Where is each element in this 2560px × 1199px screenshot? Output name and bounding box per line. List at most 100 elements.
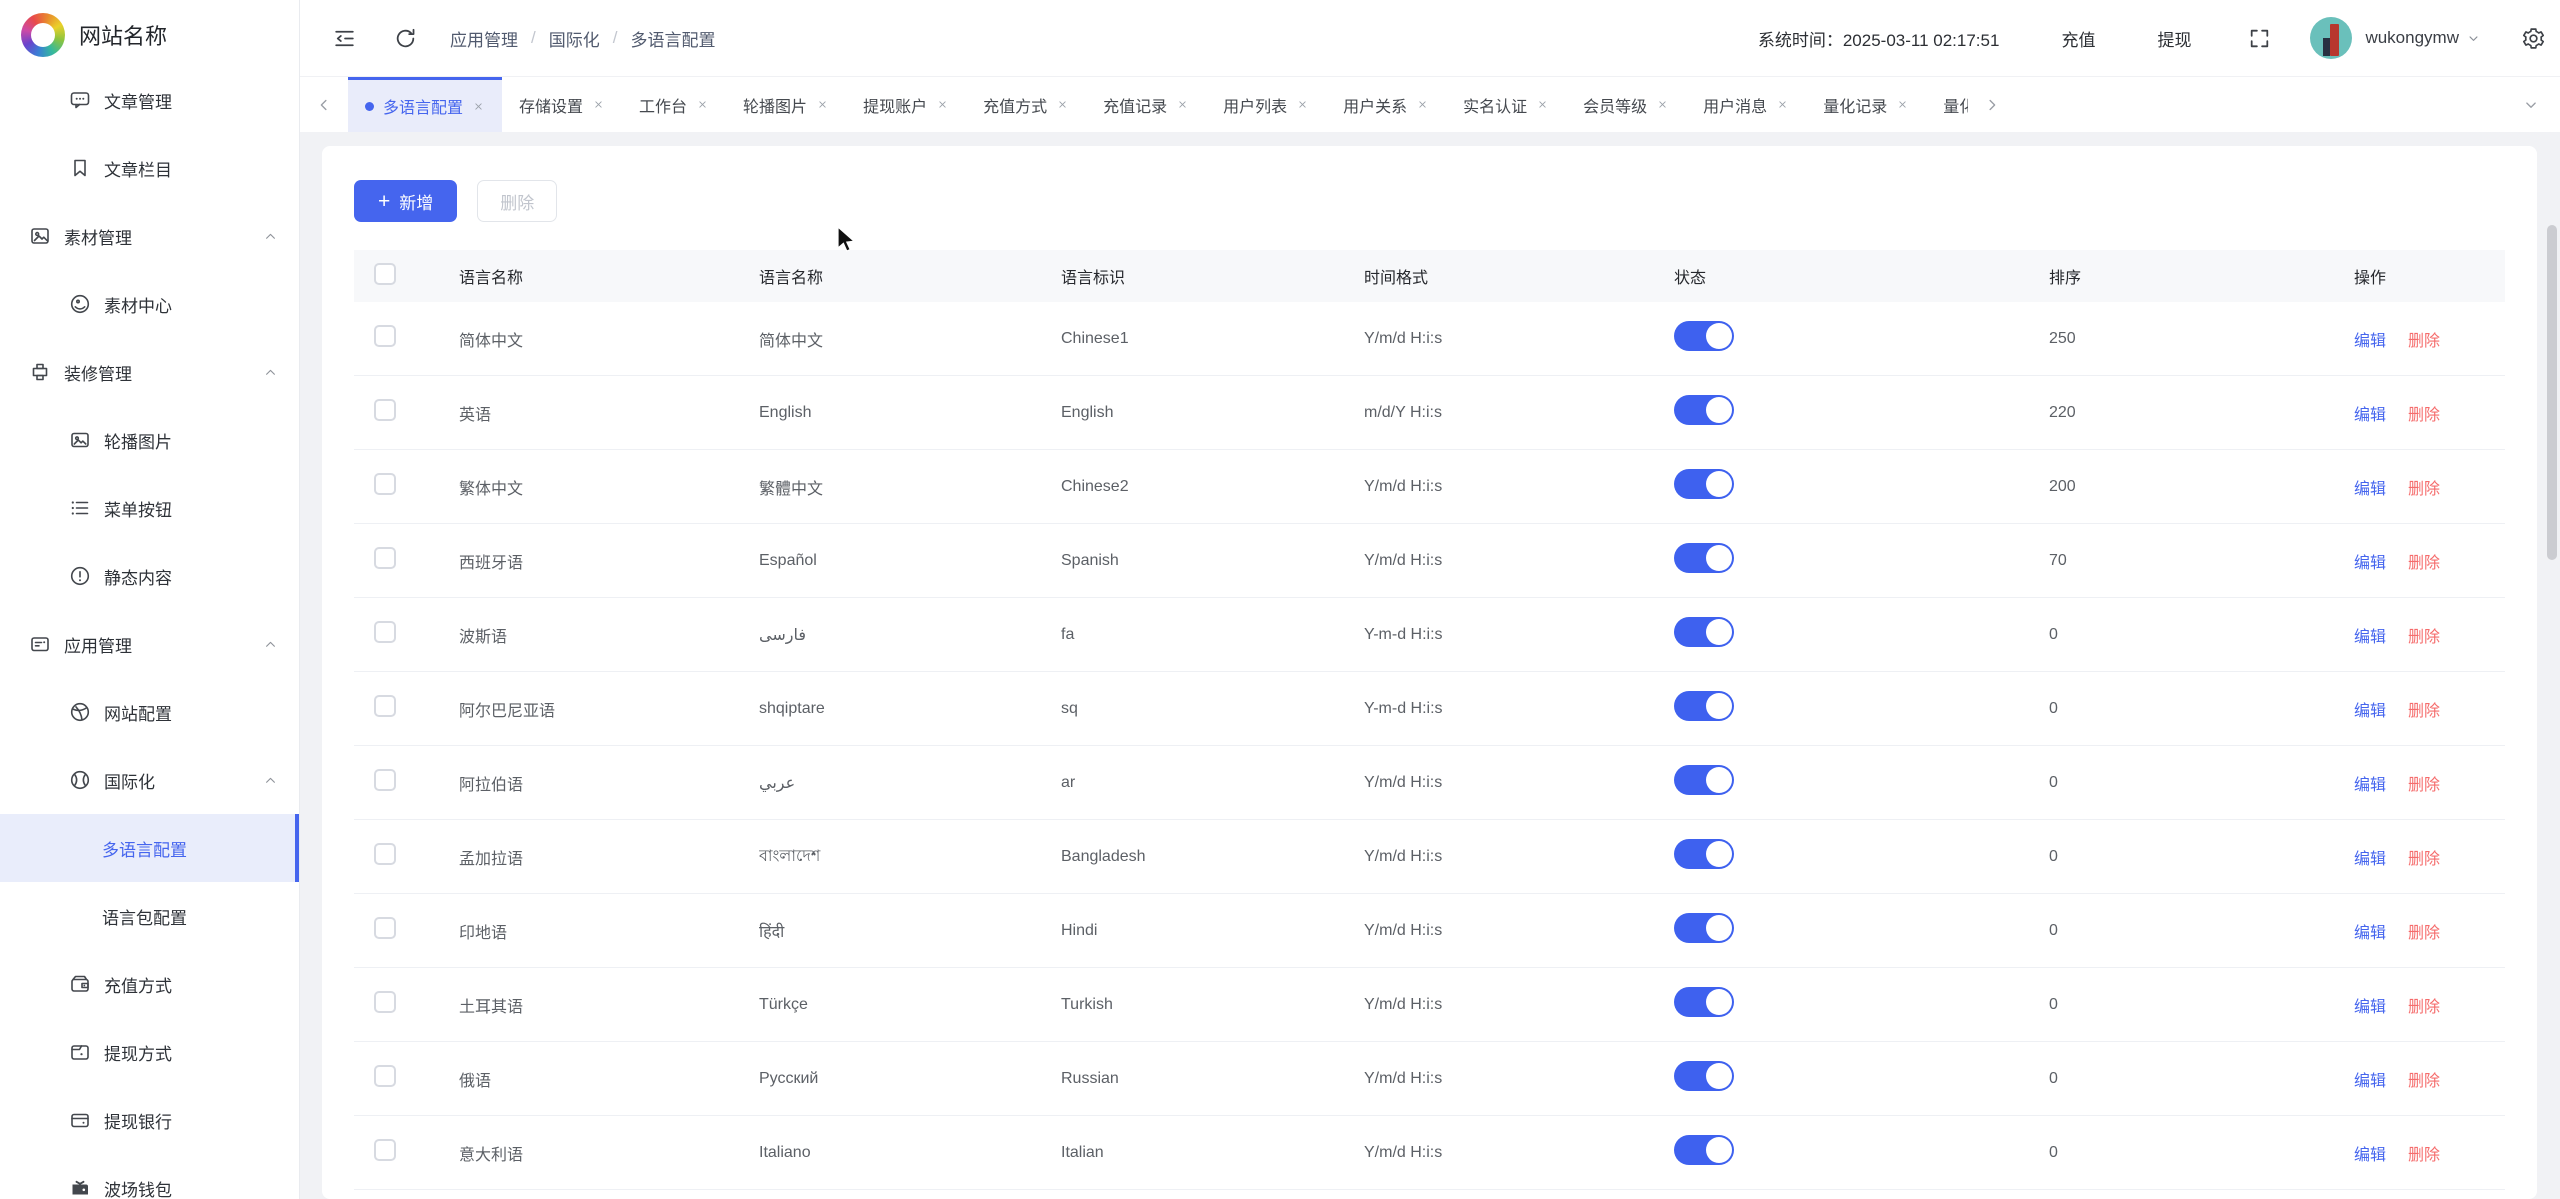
edit-link[interactable]: 编辑 [2354, 993, 2386, 1017]
close-icon[interactable] [1296, 98, 1309, 111]
status-toggle[interactable] [1674, 839, 1734, 869]
status-toggle[interactable] [1674, 765, 1734, 795]
edit-link[interactable]: 编辑 [2354, 401, 2386, 425]
status-toggle[interactable] [1674, 395, 1734, 425]
edit-link[interactable]: 编辑 [2354, 1067, 2386, 1091]
vertical-scrollbar[interactable] [2547, 225, 2557, 560]
sidebar-item-0[interactable]: 文章管理 [0, 66, 299, 134]
sidebar-item-3[interactable]: 素材中心 [0, 270, 299, 338]
close-icon[interactable] [1896, 98, 1909, 111]
edit-link[interactable]: 编辑 [2354, 475, 2386, 499]
status-toggle[interactable] [1674, 987, 1734, 1017]
row-checkbox[interactable] [354, 547, 459, 574]
delete-link[interactable]: 删除 [2408, 549, 2440, 573]
status-toggle[interactable] [1674, 913, 1734, 943]
edit-link[interactable]: 编辑 [2354, 623, 2386, 647]
status-toggle[interactable] [1674, 691, 1734, 721]
recharge-button[interactable]: 充值 [2061, 26, 2095, 51]
tab-12[interactable]: 量化记录 [1806, 77, 1926, 132]
sidebar-item-1[interactable]: 文章栏目 [0, 134, 299, 202]
tab-3[interactable]: 轮播图片 [726, 77, 846, 132]
sidebar-item-2[interactable]: 素材管理 [0, 202, 299, 270]
sidebar-item-6[interactable]: 菜单按钮 [0, 474, 299, 542]
close-icon[interactable] [1416, 98, 1429, 111]
row-checkbox[interactable] [354, 769, 459, 796]
close-icon[interactable] [696, 98, 709, 111]
delete-button[interactable]: 删除 [477, 180, 557, 222]
delete-link[interactable]: 删除 [2408, 623, 2440, 647]
delete-link[interactable]: 删除 [2408, 919, 2440, 943]
tab-8[interactable]: 用户关系 [1326, 77, 1446, 132]
delete-link[interactable]: 删除 [2408, 1141, 2440, 1165]
edit-link[interactable]: 编辑 [2354, 1141, 2386, 1165]
close-icon[interactable] [1776, 98, 1789, 111]
tab-11[interactable]: 用户消息 [1686, 77, 1806, 132]
row-checkbox[interactable] [354, 917, 459, 944]
close-icon[interactable] [1056, 98, 1069, 111]
edit-link[interactable]: 编辑 [2354, 919, 2386, 943]
sidebar-item-16[interactable]: 波场钱包 [0, 1154, 299, 1199]
edit-link[interactable]: 编辑 [2354, 697, 2386, 721]
edit-link[interactable]: 编辑 [2354, 771, 2386, 795]
sidebar-item-9[interactable]: 网站配置 [0, 678, 299, 746]
delete-link[interactable]: 删除 [2408, 771, 2440, 795]
tab-7[interactable]: 用户列表 [1206, 77, 1326, 132]
edit-link[interactable]: 编辑 [2354, 549, 2386, 573]
gear-icon[interactable] [2521, 26, 2546, 51]
delete-link[interactable]: 删除 [2408, 475, 2440, 499]
status-toggle[interactable] [1674, 1061, 1734, 1091]
row-checkbox[interactable] [354, 695, 459, 722]
row-checkbox[interactable] [354, 1139, 459, 1166]
close-icon[interactable] [1656, 98, 1669, 111]
tab-1[interactable]: 存储设置 [502, 77, 622, 132]
breadcrumb-item[interactable]: 国际化 [549, 26, 600, 51]
status-toggle[interactable] [1674, 321, 1734, 351]
sidebar-item-7[interactable]: 静态内容 [0, 542, 299, 610]
sidebar-item-15[interactable]: 提现银行 [0, 1086, 299, 1154]
close-icon[interactable] [936, 98, 949, 111]
row-checkbox[interactable] [354, 843, 459, 870]
breadcrumb-item[interactable]: 应用管理 [450, 26, 518, 51]
status-toggle[interactable] [1674, 617, 1734, 647]
sidebar-item-5[interactable]: 轮播图片 [0, 406, 299, 474]
close-icon[interactable] [472, 100, 485, 113]
delete-link[interactable]: 删除 [2408, 697, 2440, 721]
tab-4[interactable]: 提现账户 [846, 77, 966, 132]
tab-6[interactable]: 充值记录 [1086, 77, 1206, 132]
tabs-scroll-right-icon[interactable] [1968, 77, 2016, 132]
status-toggle[interactable] [1674, 543, 1734, 573]
row-checkbox[interactable] [354, 991, 459, 1018]
close-icon[interactable] [1176, 98, 1189, 111]
sidebar-item-11[interactable]: 多语言配置 [0, 814, 299, 882]
delete-link[interactable]: 删除 [2408, 327, 2440, 351]
sidebar-item-4[interactable]: 装修管理 [0, 338, 299, 406]
tabs-scroll-left-icon[interactable] [300, 77, 348, 132]
delete-link[interactable]: 删除 [2408, 845, 2440, 869]
close-icon[interactable] [1536, 98, 1549, 111]
select-all-checkbox[interactable] [354, 263, 459, 290]
sidebar-item-14[interactable]: 提现方式 [0, 1018, 299, 1086]
avatar[interactable] [2310, 17, 2352, 59]
add-button[interactable]: +新增 [354, 180, 457, 222]
tab-13[interactable]: 量化 [1926, 77, 1968, 132]
tab-2[interactable]: 工作台 [622, 77, 726, 132]
status-toggle[interactable] [1674, 469, 1734, 499]
edit-link[interactable]: 编辑 [2354, 327, 2386, 351]
withdraw-button[interactable]: 提现 [2157, 26, 2191, 51]
delete-link[interactable]: 删除 [2408, 1067, 2440, 1091]
sidebar-item-8[interactable]: 应用管理 [0, 610, 299, 678]
fullscreen-icon[interactable] [2247, 26, 2272, 51]
row-checkbox[interactable] [354, 1065, 459, 1092]
tab-9[interactable]: 实名认证 [1446, 77, 1566, 132]
tab-5[interactable]: 充值方式 [966, 77, 1086, 132]
close-icon[interactable] [592, 98, 605, 111]
delete-link[interactable]: 删除 [2408, 401, 2440, 425]
sidebar-item-13[interactable]: 充值方式 [0, 950, 299, 1018]
close-icon[interactable] [816, 98, 829, 111]
tab-0[interactable]: 多语言配置 [348, 77, 502, 132]
row-checkbox[interactable] [354, 621, 459, 648]
menu-fold-icon[interactable] [332, 26, 357, 51]
tabs-dropdown-icon[interactable] [2502, 77, 2560, 132]
edit-link[interactable]: 编辑 [2354, 845, 2386, 869]
delete-link[interactable]: 删除 [2408, 993, 2440, 1017]
